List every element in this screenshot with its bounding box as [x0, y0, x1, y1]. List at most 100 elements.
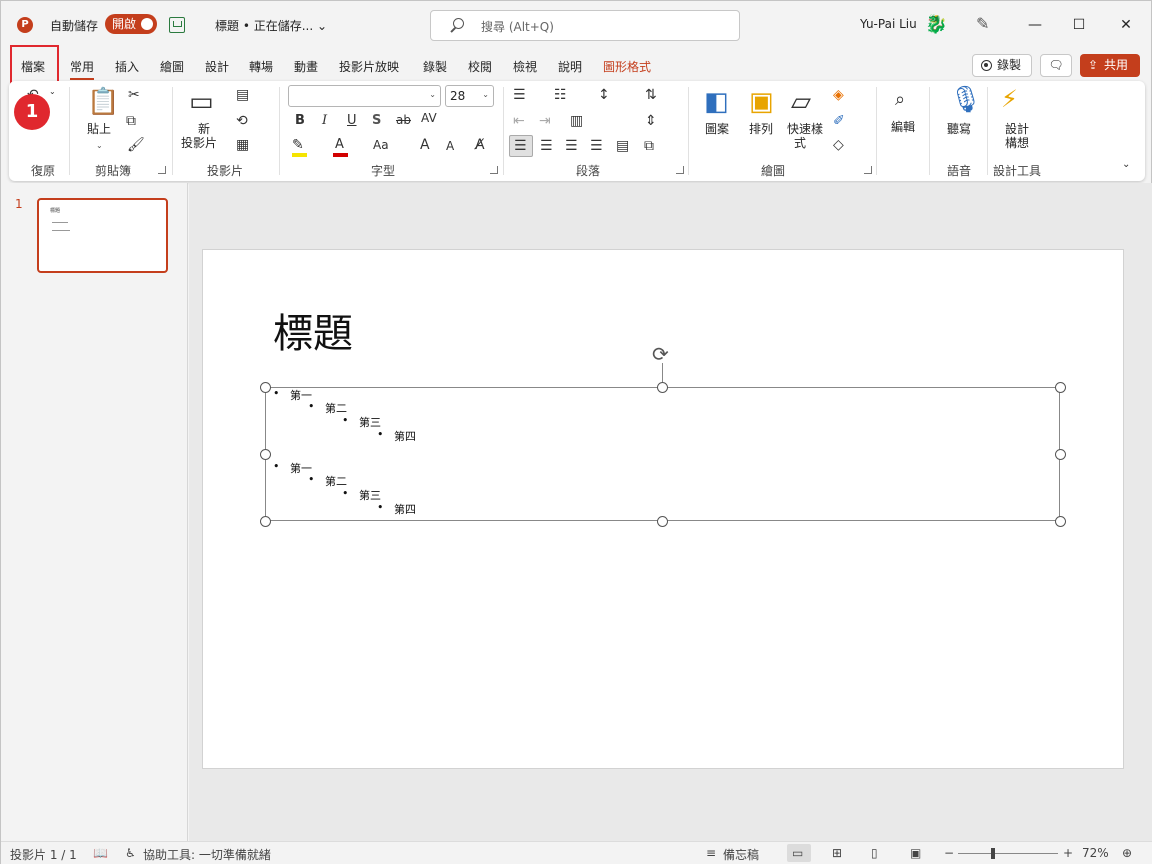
tab-insert[interactable]: 插入 — [115, 58, 139, 75]
slideshow-icon[interactable]: ▣ — [910, 846, 921, 860]
reading-view-icon[interactable]: ▯ — [871, 846, 878, 860]
resize-handle[interactable] — [1055, 516, 1066, 527]
resize-handle[interactable] — [1055, 382, 1066, 393]
arrange-button[interactable]: 排列 — [749, 122, 773, 136]
resize-handle[interactable] — [260, 382, 271, 393]
quick-styles-label-2[interactable]: 式 — [794, 136, 806, 150]
justify-icon[interactable]: ☰ — [590, 138, 603, 154]
align-center-icon[interactable]: ☰ — [540, 138, 553, 154]
tab-record[interactable]: 錄製 — [423, 58, 447, 75]
tab-review[interactable]: 校閱 — [468, 58, 492, 75]
tab-design[interactable]: 設計 — [205, 58, 229, 75]
accessibility-status[interactable]: 協助工具: 一切準備就緒 — [143, 846, 271, 863]
slide-thumbnail[interactable]: 標題 — [37, 198, 168, 273]
new-slide-label-1[interactable]: 新 — [198, 122, 210, 136]
tab-draw[interactable]: 繪圖 — [160, 58, 184, 75]
notes-icon[interactable]: ≡ — [706, 846, 716, 860]
notes-button[interactable]: 備忘稿 — [723, 846, 759, 863]
record-button[interactable]: 錄製 — [972, 54, 1032, 77]
paste-button[interactable]: 貼上 — [87, 122, 111, 136]
align-right-icon[interactable]: ☰ — [565, 138, 578, 154]
rotate-handle-icon[interactable]: ⟳ — [652, 342, 669, 366]
zoom-slider[interactable] — [958, 853, 1058, 854]
content-textbox[interactable] — [265, 387, 1060, 521]
tab-shape-format[interactable]: 圖形格式 — [603, 58, 651, 75]
numbering-icon[interactable]: ☷ — [554, 87, 567, 103]
tab-animations[interactable]: 動畫 — [294, 58, 318, 75]
copy-icon[interactable]: ⧉ — [126, 113, 136, 129]
sort-icon[interactable]: ⇅ — [645, 87, 657, 103]
font-size-combo[interactable]: 28 ⌄ — [445, 85, 494, 107]
search-input[interactable]: 搜尋 (Alt+Q) — [430, 10, 740, 41]
new-slide-label-2[interactable]: 投影片 — [181, 136, 217, 150]
slide-sorter-icon[interactable]: ⊞ — [832, 846, 842, 860]
shapes-button[interactable]: 圖案 — [705, 122, 729, 136]
shadow-button[interactable]: S — [372, 113, 381, 128]
zoom-out-button[interactable]: − — [944, 846, 954, 860]
clipboard-launcher-icon[interactable] — [158, 166, 166, 174]
tab-home[interactable]: 常用 — [70, 58, 95, 80]
shape-outline-icon[interactable]: ✐ — [833, 113, 845, 129]
char-spacing-button[interactable]: AV — [421, 111, 437, 125]
autosave-toggle[interactable]: 開啟 — [105, 14, 157, 34]
bold-button[interactable]: B — [295, 113, 305, 128]
change-case-button[interactable]: Aa — [373, 138, 389, 152]
layout-icon[interactable]: ▤ — [236, 87, 249, 103]
drawing-launcher-icon[interactable] — [864, 166, 872, 174]
strikethrough-button[interactable]: ab — [396, 113, 411, 127]
section-icon[interactable]: ▦ — [236, 137, 249, 153]
find-icon[interactable]: ⌕ — [895, 89, 905, 110]
paragraph-launcher-icon[interactable] — [676, 166, 684, 174]
maximize-button[interactable]: ☐ — [1064, 13, 1094, 37]
designer-label-1[interactable]: 設計 — [1005, 122, 1029, 136]
tab-help[interactable]: 說明 — [558, 58, 582, 75]
slide-title[interactable]: 標題 — [273, 301, 353, 359]
slide-info[interactable]: 投影片 1 / 1 — [10, 846, 77, 863]
collapse-ribbon-icon[interactable]: ⌄ — [1122, 159, 1130, 170]
shrink-font-button[interactable]: A — [446, 139, 454, 153]
zoom-level[interactable]: 72% — [1082, 846, 1109, 860]
highlighter-icon[interactable]: ✎ — [292, 137, 304, 153]
tab-view[interactable]: 檢視 — [513, 58, 537, 75]
undo-dropdown-icon[interactable]: ⌄ — [49, 87, 56, 96]
shape-effects-icon[interactable]: ◇ — [833, 137, 844, 153]
close-button[interactable]: ✕ — [1111, 13, 1141, 37]
spelling-icon[interactable]: 📖 — [93, 846, 108, 860]
underline-button[interactable]: U — [347, 113, 357, 128]
new-slide-icon[interactable]: ▭ — [189, 87, 214, 117]
minimize-button[interactable]: — — [1020, 13, 1050, 37]
line-spacing-icon[interactable]: ↕ — [598, 87, 610, 103]
smartart-icon[interactable]: ⧉ — [644, 138, 654, 154]
resize-handle[interactable] — [657, 382, 668, 393]
arrange-icon[interactable]: ▣ — [749, 87, 774, 117]
document-title[interactable]: 標題 • 正在儲存... ⌄ — [215, 17, 327, 34]
tab-slideshow[interactable]: 投影片放映 — [339, 58, 399, 75]
quick-styles-label-1[interactable]: 快速樣 — [787, 122, 823, 136]
fit-to-window-icon[interactable]: ⊕ — [1122, 846, 1132, 860]
grow-font-button[interactable]: A — [420, 137, 430, 153]
user-name[interactable]: Yu-Pai Liu — [860, 17, 917, 31]
dictate-button[interactable]: 聽寫 — [947, 122, 971, 136]
designer-icon[interactable]: ⚡ — [1001, 85, 1018, 113]
zoom-in-button[interactable]: + — [1063, 846, 1073, 860]
quick-styles-icon[interactable]: ▱ — [791, 87, 811, 117]
paste-icon[interactable]: 📋 — [87, 87, 119, 117]
pen-icon[interactable]: ✎ — [976, 14, 989, 33]
zoom-slider-thumb[interactable] — [991, 848, 995, 859]
font-color-button[interactable]: A — [335, 137, 344, 152]
text-direction-icon[interactable]: ⇕ — [645, 113, 657, 129]
save-icon[interactable] — [169, 17, 185, 33]
cut-icon[interactable]: ✂ — [128, 87, 140, 103]
share-button[interactable]: ⇪ 共用 — [1080, 54, 1140, 77]
font-name-combo[interactable]: ⌄ — [288, 85, 441, 107]
shape-fill-icon[interactable]: ◈ — [833, 87, 844, 103]
resize-handle[interactable] — [260, 516, 271, 527]
accessibility-icon[interactable]: ♿ — [125, 846, 136, 860]
format-painter-icon[interactable]: 🖌 — [127, 137, 145, 153]
paste-dropdown-icon[interactable]: ⌄ — [96, 139, 103, 153]
designer-label-2[interactable]: 構想 — [1005, 136, 1029, 150]
italic-button[interactable]: I — [322, 113, 327, 128]
editing-button[interactable]: 編輯 — [891, 120, 915, 134]
clear-formatting-icon[interactable]: A̸ — [475, 137, 485, 153]
resize-handle[interactable] — [260, 449, 271, 460]
